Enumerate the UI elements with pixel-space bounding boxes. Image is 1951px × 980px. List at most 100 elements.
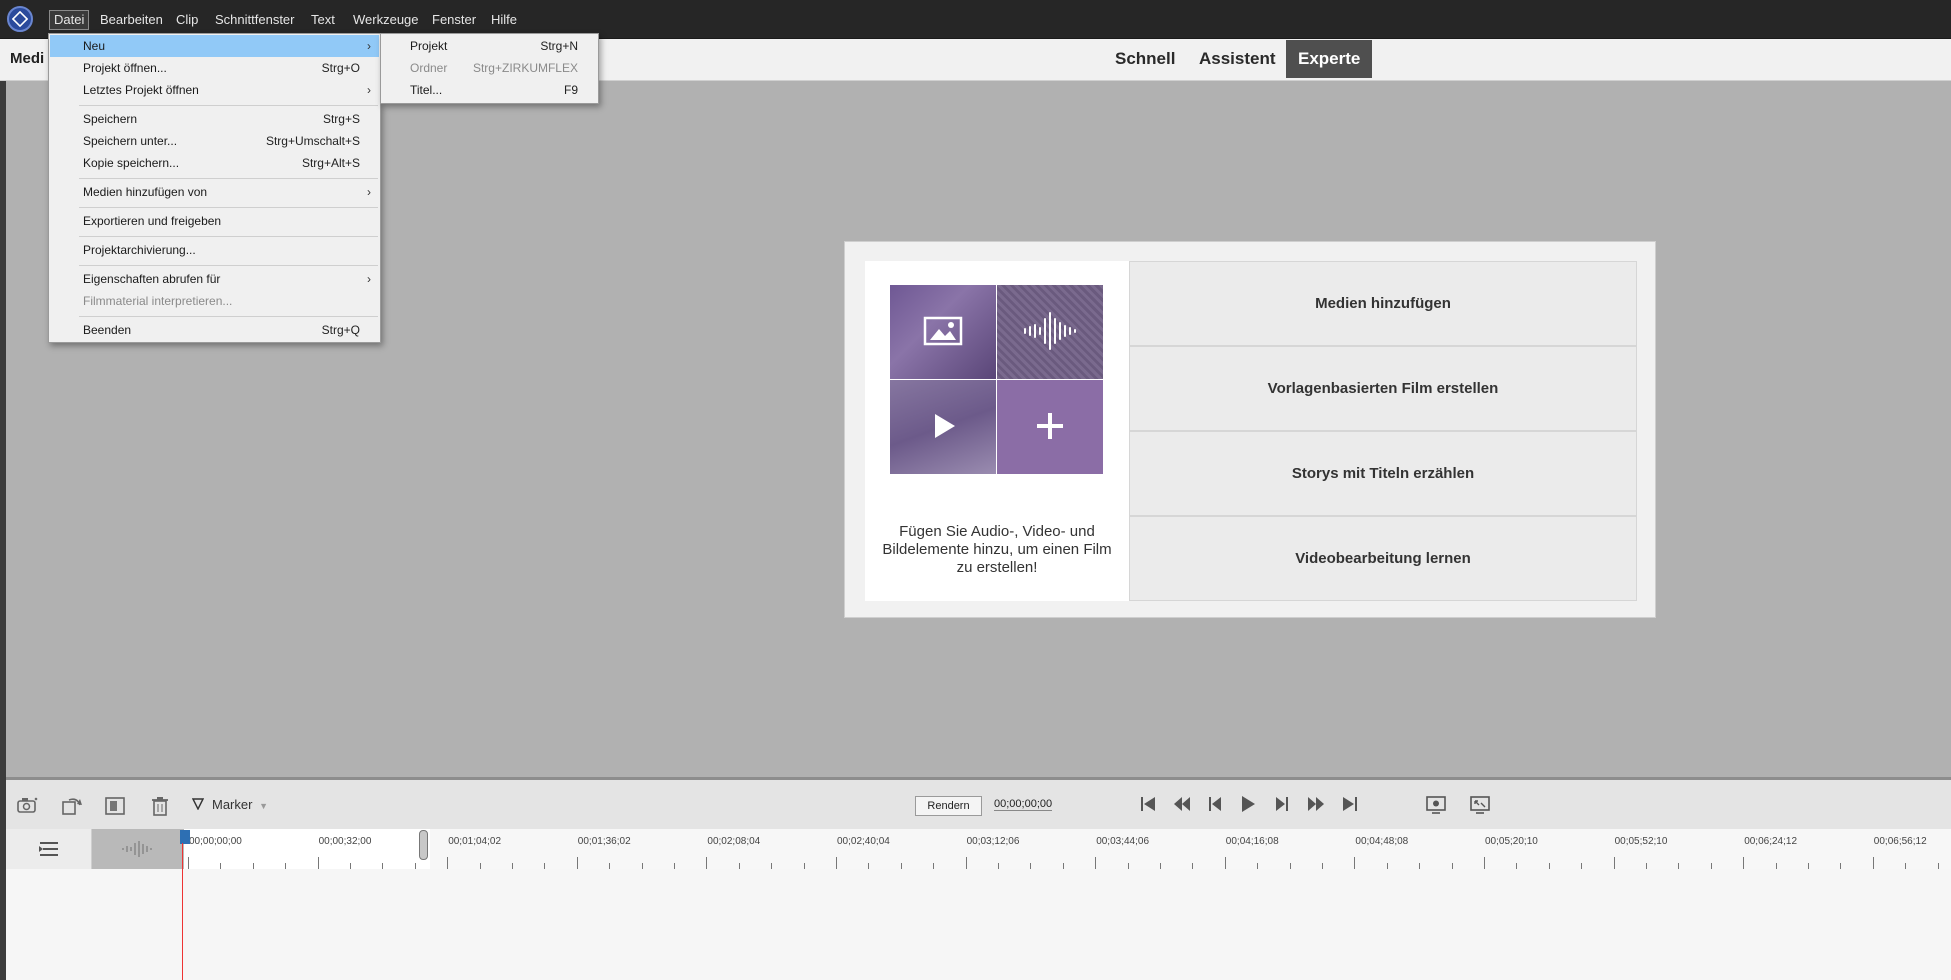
timecode-display[interactable]: 00;00;00;00 [994, 798, 1053, 811]
menu-hilfe[interactable]: Hilfe [487, 10, 521, 30]
rotate-icon[interactable] [61, 796, 83, 816]
chevron-down-icon: ▼ [259, 801, 268, 811]
menu-bearbeiten[interactable]: Bearbeiten [96, 10, 167, 30]
menu-text[interactable]: Text [307, 10, 339, 30]
menu-item-letztes-projekt[interactable]: Letztes Projekt öffnen › [50, 79, 379, 101]
option-videobearbeitung-lernen[interactable]: Videobearbeitung lernen [1129, 516, 1637, 601]
ruler-scale[interactable]: 00;00;00;00 00;00;32;00 00;01;04;02 00;01;3… [184, 829, 1951, 869]
plus-icon [1035, 411, 1065, 444]
chevron-right-icon: › [367, 83, 371, 97]
menu-item-speichern[interactable]: Speichern Strg+S [50, 108, 379, 130]
play-icon[interactable] [1236, 795, 1260, 817]
option-vorlagenfilm[interactable]: Vorlagenbasierten Film erstellen [1129, 346, 1637, 431]
playhead-handle[interactable] [180, 830, 190, 844]
menu-separator [79, 265, 378, 266]
menu-clip[interactable]: Clip [172, 10, 202, 30]
menu-item-eigenschaften[interactable]: Eigenschaften abrufen für › [50, 268, 379, 290]
play-tile-icon [928, 411, 958, 444]
ruler-label: 00;02;08;04 [707, 836, 761, 847]
ruler-tick [576, 857, 578, 869]
submenu-item-titel[interactable]: Titel... F9 [382, 79, 597, 101]
welcome-panel: Fügen Sie Audio-, Video- und Bildelement… [844, 241, 1656, 618]
rewind-icon[interactable] [1170, 795, 1194, 817]
ruler-tick [706, 857, 708, 869]
step-forward-icon[interactable] [1270, 795, 1294, 817]
menu-item-shortcut: Strg+ZIRKUMFLEX [472, 61, 578, 75]
menu-item-shortcut: Strg+N [540, 39, 578, 53]
audio-tile[interactable] [997, 285, 1103, 379]
option-medien-hinzufuegen[interactable]: Medien hinzufügen [1129, 261, 1637, 346]
mode-assistent[interactable]: Assistent [1187, 40, 1288, 78]
app-logo-icon[interactable] [7, 6, 33, 32]
track-settings-icon[interactable] [6, 829, 92, 869]
menu-datei[interactable]: Datei [49, 10, 90, 30]
ruler-label: 00;03;12;06 [966, 836, 1020, 847]
menu-item-speichern-unter[interactable]: Speichern unter... Strg+Umschalt+S [50, 130, 379, 152]
ruler-label: 00;06;56;12 [1873, 836, 1927, 847]
menu-item-label: Kopie speichern... [83, 156, 180, 170]
goto-end-icon[interactable] [1338, 795, 1362, 817]
menu-separator [79, 236, 378, 237]
menu-item-label: Filmmaterial interpretieren... [83, 294, 233, 308]
menu-item-shortcut: Strg+Alt+S [301, 156, 360, 170]
mode-schnell[interactable]: Schnell [1103, 40, 1187, 78]
video-tile[interactable] [890, 380, 996, 474]
goto-start-icon[interactable] [1136, 795, 1160, 817]
ruler-label: 00;00;00;00 [189, 836, 242, 847]
work-area-end-handle[interactable] [419, 830, 428, 860]
ruler-label: 00;01;04;02 [448, 836, 502, 847]
render-settings-icon[interactable] [1424, 795, 1448, 817]
trash-icon[interactable] [149, 796, 171, 816]
image-tile[interactable] [890, 285, 996, 379]
menu-separator [79, 316, 378, 317]
menu-item-medien-hinzufuegen[interactable]: Medien hinzufügen von › [50, 181, 379, 203]
audio-wave-icon[interactable] [92, 829, 184, 869]
menu-werkzeuge[interactable]: Werkzeuge [349, 10, 423, 30]
marker-dropdown[interactable]: Marker ▼ [191, 797, 268, 812]
marker-icon [191, 798, 205, 813]
ruler-label: 00;01;36;02 [577, 836, 631, 847]
menu-fenster[interactable]: Fenster [428, 10, 480, 30]
ruler-tick [317, 857, 319, 869]
menu-item-neu[interactable]: Neu › [50, 35, 379, 57]
ruler-tick [1872, 857, 1874, 869]
ruler-label: 00;05;20;10 [1485, 836, 1538, 847]
menu-item-label: Exportieren und freigeben [83, 214, 222, 228]
render-button[interactable]: Rendern [915, 796, 982, 816]
chevron-right-icon: › [367, 272, 371, 286]
new-submenu: Projekt Strg+N Ordner Strg+ZIRKUMFLEX Ti… [380, 33, 599, 104]
menu-item-beenden[interactable]: Beenden Strg+Q [50, 319, 379, 341]
menu-item-projektarchivierung[interactable]: Projektarchivierung... [50, 239, 379, 261]
smart-fix-icon[interactable] [104, 796, 126, 816]
menu-item-exportieren[interactable]: Exportieren und freigeben [50, 210, 379, 232]
ruler-label: 00;02;40;04 [837, 836, 890, 847]
ruler-label: 00;00;32;00 [318, 836, 372, 847]
menu-item-label: Neu [83, 39, 106, 53]
welcome-description: Fügen Sie Audio-, Video- und Bildelement… [882, 523, 1112, 576]
fullscreen-icon[interactable] [1468, 795, 1492, 817]
menu-item-projekt-oeffnen[interactable]: Projekt öffnen... Strg+O [50, 57, 379, 79]
step-back-icon[interactable] [1203, 795, 1227, 817]
camera-icon[interactable] [17, 796, 39, 816]
welcome-media-card: Fügen Sie Audio-, Video- und Bildelement… [865, 261, 1129, 601]
panel-label[interactable]: Medi [10, 50, 44, 67]
menu-item-label: Speichern [83, 112, 138, 126]
ruler-tick [1484, 857, 1485, 869]
menu-schnittfenster[interactable]: Schnittfenster [211, 10, 299, 30]
menu-item-kopie-speichern[interactable]: Kopie speichern... Strg+Alt+S [50, 152, 379, 174]
option-storys-titel[interactable]: Storys mit Titeln erzählen [1129, 431, 1637, 516]
image-icon [923, 316, 963, 349]
ruler-label: 00;05;52;10 [1614, 836, 1668, 847]
ruler-tick [965, 857, 967, 869]
menu-item-label: Letztes Projekt öffnen [83, 83, 199, 97]
menu-separator [79, 105, 378, 106]
fast-forward-icon[interactable] [1304, 795, 1328, 817]
mode-experte[interactable]: Experte [1286, 40, 1373, 78]
menu-item-filmmaterial: Filmmaterial interpretieren... [50, 290, 379, 312]
audio-wave-icon [1022, 311, 1078, 354]
chevron-right-icon: › [367, 39, 371, 53]
add-tile[interactable] [997, 380, 1103, 474]
menu-item-shortcut: F9 [563, 83, 578, 97]
submenu-item-projekt[interactable]: Projekt Strg+N [382, 35, 597, 57]
ruler-label: 00;06;24;12 [1744, 836, 1798, 847]
